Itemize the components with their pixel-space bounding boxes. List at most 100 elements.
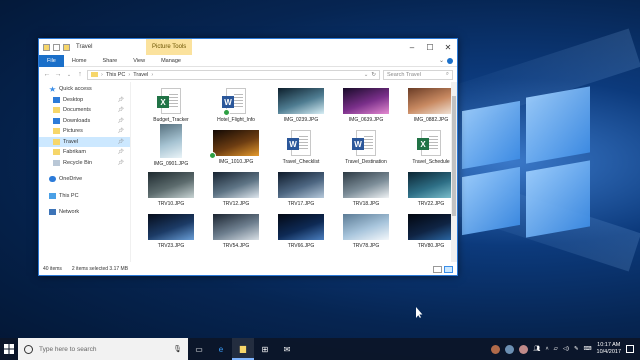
search-input[interactable]: Search Travel ⌕ <box>383 69 453 80</box>
file-item[interactable]: IMG_0639.JPG <box>334 88 398 130</box>
large-icons-view-icon[interactable] <box>444 265 453 273</box>
sidebar-item-label: Desktop <box>63 96 84 103</box>
recent-locations-icon[interactable]: ⌄ <box>65 72 73 78</box>
details-view-icon[interactable] <box>433 265 442 273</box>
back-button[interactable]: ← <box>43 71 51 78</box>
file-item[interactable]: TRV17.JPG <box>269 172 333 214</box>
file-item[interactable]: X Travel_Schedule <box>399 130 457 172</box>
file-item[interactable]: TRV18.JPG <box>334 172 398 214</box>
sidebar-item-recycle-bin[interactable]: Recycle Bin 📌︎ <box>39 158 130 169</box>
tab-share[interactable]: Share <box>95 55 126 67</box>
tab-home[interactable]: Home <box>64 55 95 67</box>
sidebar-item-label: Network <box>59 209 80 216</box>
minimize-button[interactable]: – <box>403 39 421 55</box>
action-center-icon[interactable] <box>626 345 634 353</box>
file-item[interactable]: TRV10.JPG <box>139 172 203 214</box>
photo-thumbnail <box>160 124 182 158</box>
title-bar[interactable]: Travel Picture Tools – ☐ ✕ <box>39 39 457 55</box>
people-icon[interactable]: 👥︎ <box>533 346 540 352</box>
pin-icon[interactable]: 📌︎ <box>118 118 124 124</box>
properties-icon[interactable] <box>53 43 60 51</box>
up-button[interactable]: ↑ <box>76 71 84 78</box>
task-view-icon[interactable]: ▭ <box>188 338 210 360</box>
address-dropdown-icon[interactable]: ⌄ <box>364 72 369 78</box>
mail-icon[interactable]: ✉ <box>276 338 298 360</box>
refresh-icon[interactable]: ↻ <box>371 72 376 78</box>
forward-button[interactable]: → <box>54 71 62 78</box>
file-item[interactable]: IMG_0882.JPG <box>399 88 457 130</box>
pin-icon[interactable]: 📌︎ <box>118 149 124 155</box>
sidebar-item-this-pc[interactable]: This PC <box>39 191 130 202</box>
excel-icon: X <box>417 138 429 150</box>
network-icon[interactable]: ▱ <box>554 346 558 352</box>
expand-ribbon-icon[interactable]: ⌄ <box>439 57 444 64</box>
breadcrumb-travel[interactable]: Travel <box>133 72 148 78</box>
microphone-icon[interactable]: 🎙︎ <box>173 345 182 353</box>
file-item[interactable]: TRV80.JPG <box>399 214 457 256</box>
file-item[interactable]: TRV22.JPG <box>399 172 457 214</box>
close-button[interactable]: ✕ <box>439 39 457 55</box>
word-document-icon: W <box>352 130 376 156</box>
vertical-scrollbar[interactable] <box>451 82 457 262</box>
file-item[interactable]: W Travel_Checklist <box>269 130 333 172</box>
help-icon[interactable] <box>447 57 453 64</box>
file-explorer-icon[interactable]: ▆ <box>232 338 254 360</box>
folder-icon[interactable] <box>43 43 50 51</box>
tab-file[interactable]: File <box>39 54 64 67</box>
file-item[interactable]: IMG_0239.JPG <box>269 88 333 130</box>
keyboard-icon[interactable]: ⌨ <box>584 346 592 352</box>
file-item[interactable]: TRV78.JPG <box>334 214 398 256</box>
sidebar-item-quick-access[interactable]: Quick access <box>39 84 130 95</box>
show-hidden-icons-icon[interactable]: ˄ <box>545 346 548 352</box>
file-item[interactable]: IMG_0901.JPG <box>139 124 203 172</box>
people-avatar[interactable] <box>505 344 515 354</box>
pin-icon[interactable]: 📌︎ <box>118 97 124 103</box>
photo-thumbnail <box>408 172 454 198</box>
pin-icon[interactable]: 📌︎ <box>118 139 124 145</box>
store-icon[interactable]: ⊞ <box>254 338 276 360</box>
sidebar-item-network[interactable]: Network <box>39 207 130 218</box>
edge-icon[interactable]: e <box>210 338 232 360</box>
address-bar[interactable]: › This PC › Travel › ⌄ ↻ <box>87 69 380 80</box>
maximize-button[interactable]: ☐ <box>421 39 439 55</box>
pen-icon[interactable]: ✎ <box>574 346 579 352</box>
sidebar-item-travel[interactable]: Travel 📌︎ <box>39 136 130 147</box>
photo-thumbnail <box>213 214 259 240</box>
file-name: TRV78.JPG <box>352 243 380 249</box>
sidebar-item-label: Travel <box>63 138 79 145</box>
word-icon: W <box>287 138 299 150</box>
pin-icon[interactable]: 📌︎ <box>118 160 124 166</box>
folder-icon <box>53 138 60 145</box>
sidebar-item-documents[interactable]: Documents 📌︎ <box>39 105 130 116</box>
pin-icon[interactable]: 📌︎ <box>118 128 124 134</box>
people-avatar[interactable] <box>491 344 501 354</box>
file-item[interactable]: W Travel_Destination <box>334 130 398 172</box>
sidebar-item-desktop[interactable]: Desktop 📌︎ <box>39 95 130 106</box>
quick-access-toolbar <box>39 43 70 51</box>
file-item[interactable]: IMG_1010.JPG <box>204 130 268 172</box>
file-item[interactable]: TRV12.JPG <box>204 172 268 214</box>
file-list: X Budget_Tracker W Hotel_Flight_Info IMG_023… <box>131 82 457 262</box>
breadcrumb-this-pc[interactable]: This PC <box>106 72 126 78</box>
start-button[interactable] <box>0 338 18 360</box>
tab-manage[interactable]: Manage <box>153 55 189 67</box>
taskbar-search-box[interactable]: Type here to search 🎙︎ <box>18 338 188 360</box>
people-avatar[interactable] <box>519 344 529 354</box>
photo-thumbnail <box>148 214 194 240</box>
sync-check-icon <box>223 109 230 116</box>
scrollbar-thumb[interactable] <box>452 96 456 216</box>
tab-view[interactable]: View <box>125 55 153 67</box>
sidebar-item-fabrikam[interactable]: Fabrikam 📌︎ <box>39 147 130 158</box>
file-item[interactable]: TRV54.JPG <box>204 214 268 256</box>
new-folder-icon[interactable] <box>63 43 70 51</box>
pin-icon[interactable]: 📌︎ <box>118 107 124 113</box>
clock[interactable]: 10:17 AM 10/4/2017 <box>597 342 621 356</box>
volume-icon[interactable]: ◁) <box>563 346 569 352</box>
file-item[interactable]: TRV66.JPG <box>269 214 333 256</box>
sidebar-item-onedrive[interactable]: OneDrive <box>39 174 130 185</box>
sidebar-item-pictures[interactable]: Pictures 📌︎ <box>39 126 130 137</box>
file-item[interactable]: W Hotel_Flight_Info <box>204 88 268 130</box>
photo-thumbnail <box>213 172 259 198</box>
file-item[interactable]: TRV23.JPG <box>139 214 203 256</box>
sidebar-item-downloads[interactable]: Downloads 📌︎ <box>39 116 130 127</box>
